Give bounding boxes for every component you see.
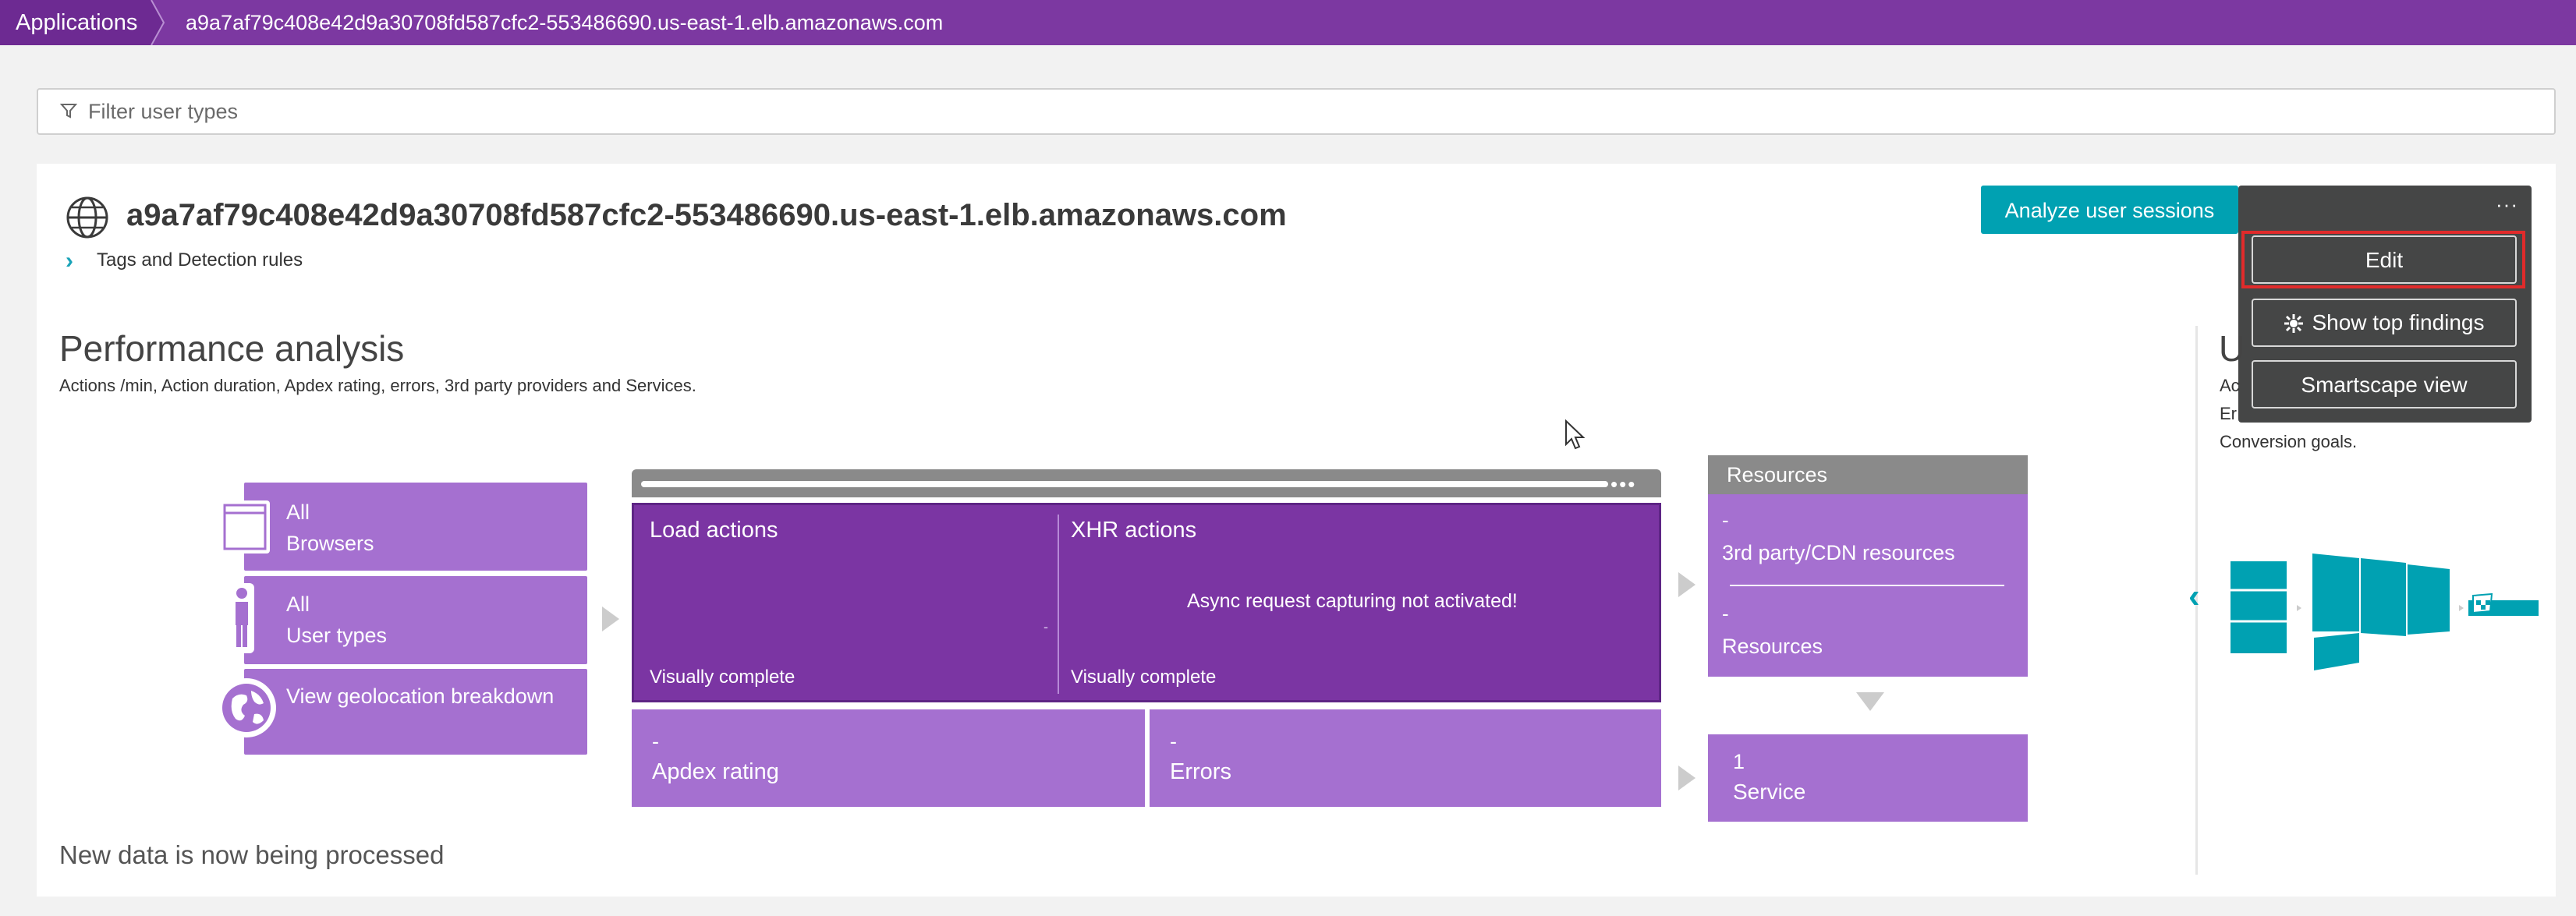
service-tile[interactable]: 1 Service [1708, 734, 2028, 822]
more-options-icon[interactable]: ··· [2496, 193, 2518, 217]
errors-label: Errors [1170, 759, 1231, 784]
show-top-findings-label: Show top findings [2312, 310, 2485, 334]
chevron-left-icon[interactable]: ‹ [2188, 577, 2200, 616]
breadcrumb-current[interactable]: a9a7af79c408e42d9a30708fd587cfc2-5534866… [186, 0, 943, 45]
application-title: a9a7af79c408e42d9a30708fd587cfc2-5534866… [126, 198, 1287, 232]
world-icon [217, 678, 276, 737]
resources-label[interactable]: Resources [1722, 635, 1823, 659]
flow-arrow-down [1856, 692, 1884, 711]
edit-button[interactable]: Edit [2252, 235, 2517, 284]
breadcrumb-separator-icon [151, 0, 165, 45]
browser-window-icon [220, 500, 270, 553]
errors-tile[interactable]: - Errors [1150, 709, 1661, 807]
apdex-label: Apdex rating [652, 759, 779, 784]
load-actions-label[interactable]: Load actions [650, 518, 778, 543]
right-panel-line3: Conversion goals. [2220, 432, 2358, 451]
flow-arrow [602, 607, 619, 631]
user-types-tile[interactable]: All User types [244, 576, 587, 664]
browsers-tile-value: All [286, 500, 310, 524]
user-behavior-title-fragment: U [2219, 328, 2245, 369]
user-types-tile-label: User types [286, 624, 388, 647]
right-panel-line2: Er [2220, 404, 2237, 423]
processing-status: New data is now being processed [59, 840, 445, 869]
right-panel-line1: Ac [2220, 376, 2240, 395]
breadcrumb-applications[interactable]: Applications [0, 0, 164, 45]
actions-divider [1058, 515, 1059, 694]
resources-header: Resources [1708, 455, 2028, 494]
errors-value: - [1170, 730, 1177, 753]
filter-input[interactable] [87, 94, 2429, 129]
browsers-tile[interactable]: All Browsers [244, 483, 587, 571]
xhr-actions-label[interactable]: XHR actions [1071, 518, 1196, 543]
service-value: 1 [1733, 750, 1745, 773]
smartscape-view-button[interactable]: Smartscape view [2252, 360, 2517, 408]
flow-arrow [1678, 766, 1695, 790]
chevron-right-icon[interactable]: › [66, 248, 73, 274]
performance-analysis-subtitle: Actions /min, Action duration, Apdex rat… [59, 376, 696, 395]
load-actions-metric: Visually complete [650, 667, 795, 688]
analyze-user-sessions-button[interactable]: Analyze user sessions [1981, 186, 2238, 234]
load-actions-value: - [1044, 619, 1048, 635]
third-party-value: - [1722, 508, 1729, 532]
filter-icon [60, 104, 77, 118]
globe-icon [66, 196, 108, 239]
funnel-icon[interactable] [2227, 546, 2539, 678]
performance-analysis-title: Performance analysis [59, 328, 405, 369]
browsers-tile-label: Browsers [286, 532, 374, 555]
user-types-tile-value: All [286, 592, 310, 616]
geolocation-tile[interactable]: View geolocation breakdown [244, 669, 587, 755]
service-label: Service [1733, 780, 1806, 804]
apdex-rating-tile[interactable]: - Apdex rating [632, 709, 1145, 807]
browser-dots-icon: ••• [1610, 472, 1637, 496]
tags-and-detection-rules-link[interactable]: Tags and Detection rules [97, 249, 303, 271]
user-icon [229, 583, 254, 653]
resources-value: - [1722, 602, 1729, 625]
third-party-label[interactable]: 3rd party/CDN resources [1722, 541, 1955, 565]
browser-address-line [641, 481, 1608, 487]
mouse-cursor-icon [1565, 419, 1586, 450]
flow-arrow [1678, 572, 1695, 597]
apdex-value: - [652, 730, 659, 753]
show-top-findings-button[interactable]: Show top findings [2252, 299, 2517, 347]
sparkle-icon [2284, 314, 2304, 333]
xhr-actions-message: Async request capturing not activated! [1187, 590, 1518, 612]
filter-user-types[interactable] [37, 88, 2556, 135]
geolocation-tile-label: View geolocation breakdown [286, 684, 555, 708]
resources-divider [1730, 585, 2004, 586]
xhr-actions-metric: Visually complete [1071, 667, 1217, 688]
